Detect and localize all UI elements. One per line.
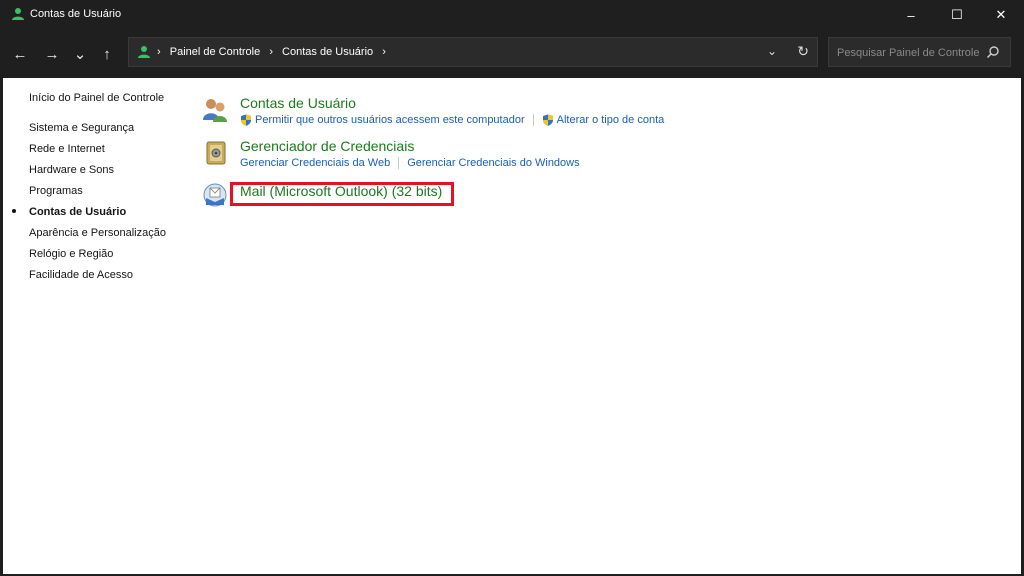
active-bullet: [12, 209, 16, 213]
mail-icon: [203, 183, 227, 207]
shield-icon: [241, 114, 251, 126]
breadcrumb-separator[interactable]: ›: [382, 46, 386, 58]
breadcrumb-separator[interactable]: ›: [269, 46, 273, 58]
breadcrumb-control-panel[interactable]: Painel de Controle: [170, 46, 261, 58]
breadcrumb-separator[interactable]: ›: [157, 46, 161, 58]
title-bar[interactable]: Contas de Usuário – ☐ ✕: [3, 0, 1021, 30]
main-content: Início do Painel de Controle Sistema e S…: [3, 78, 1021, 574]
close-button[interactable]: ✕: [979, 0, 1023, 30]
credential-vault-icon: [206, 141, 226, 165]
category-credential-manager[interactable]: Gerenciador de Credenciais: [240, 138, 414, 154]
recent-locations-button[interactable]: ⌄: [69, 43, 91, 65]
breadcrumb: › Painel de Controle › Contas de Usuário…: [157, 46, 392, 58]
link-divider: [398, 157, 400, 169]
category-user-accounts-links: Permitir que outros usuários acessem est…: [240, 114, 664, 126]
maximize-button[interactable]: ☐: [935, 0, 979, 30]
change-account-type-link[interactable]: Alterar o tipo de conta: [557, 114, 665, 126]
category-user-accounts[interactable]: Contas de Usuário: [240, 95, 356, 111]
control-panel-window: Contas de Usuário – ☐ ✕ ← → ⌄ ↑ › Painel…: [3, 0, 1021, 574]
breadcrumb-user-accounts[interactable]: Contas de Usuário: [282, 46, 373, 58]
navigation-bar: ← → ⌄ ↑ › Painel de Controle › Contas de…: [3, 30, 1021, 78]
allow-others-access-link[interactable]: Permitir que outros usuários acessem est…: [255, 114, 525, 126]
search-input[interactable]: Pesquisar Painel de Controle: [837, 47, 979, 59]
forward-button[interactable]: →: [41, 43, 63, 65]
sidebar-item-ease-of-access[interactable]: Facilidade de Acesso: [29, 269, 133, 281]
sidebar-item-user-accounts[interactable]: Contas de Usuário: [29, 206, 126, 218]
manage-web-credentials-link[interactable]: Gerenciar Credenciais da Web: [240, 157, 390, 169]
back-button[interactable]: ←: [9, 43, 31, 65]
up-button[interactable]: ↑: [96, 43, 118, 65]
window-title: Contas de Usuário: [30, 8, 122, 20]
minimize-button[interactable]: –: [889, 0, 933, 30]
sidebar-item-control-panel-home[interactable]: Início do Painel de Controle: [29, 92, 164, 104]
user-accounts-icon: [12, 8, 24, 20]
sidebar-item-appearance[interactable]: Aparência e Personalização: [29, 227, 166, 239]
chevron-down-icon[interactable]: ⌄: [767, 44, 777, 58]
search-box[interactable]: Pesquisar Painel de Controle: [828, 37, 1011, 67]
category-credential-manager-links: Gerenciar Credenciais da Web Gerenciar C…: [240, 157, 580, 169]
shield-icon: [542, 114, 553, 126]
sidebar-item-system-security[interactable]: Sistema e Segurança: [29, 122, 134, 134]
refresh-icon[interactable]: ↻: [797, 43, 809, 60]
link-divider: [532, 114, 534, 126]
sidebar-item-hardware-sound[interactable]: Hardware e Sons: [29, 164, 114, 176]
users-icon: [203, 99, 227, 122]
sidebar-item-programs[interactable]: Programas: [29, 185, 83, 197]
search-icon[interactable]: [986, 45, 1000, 59]
highlight-box: [230, 182, 454, 206]
user-accounts-icon: [138, 46, 150, 58]
sidebar-item-network-internet[interactable]: Rede e Internet: [29, 143, 105, 155]
manage-windows-credentials-link[interactable]: Gerenciar Credenciais do Windows: [407, 157, 579, 169]
sidebar-item-clock-region[interactable]: Relógio e Região: [29, 248, 113, 260]
address-bar[interactable]: › Painel de Controle › Contas de Usuário…: [128, 37, 818, 67]
